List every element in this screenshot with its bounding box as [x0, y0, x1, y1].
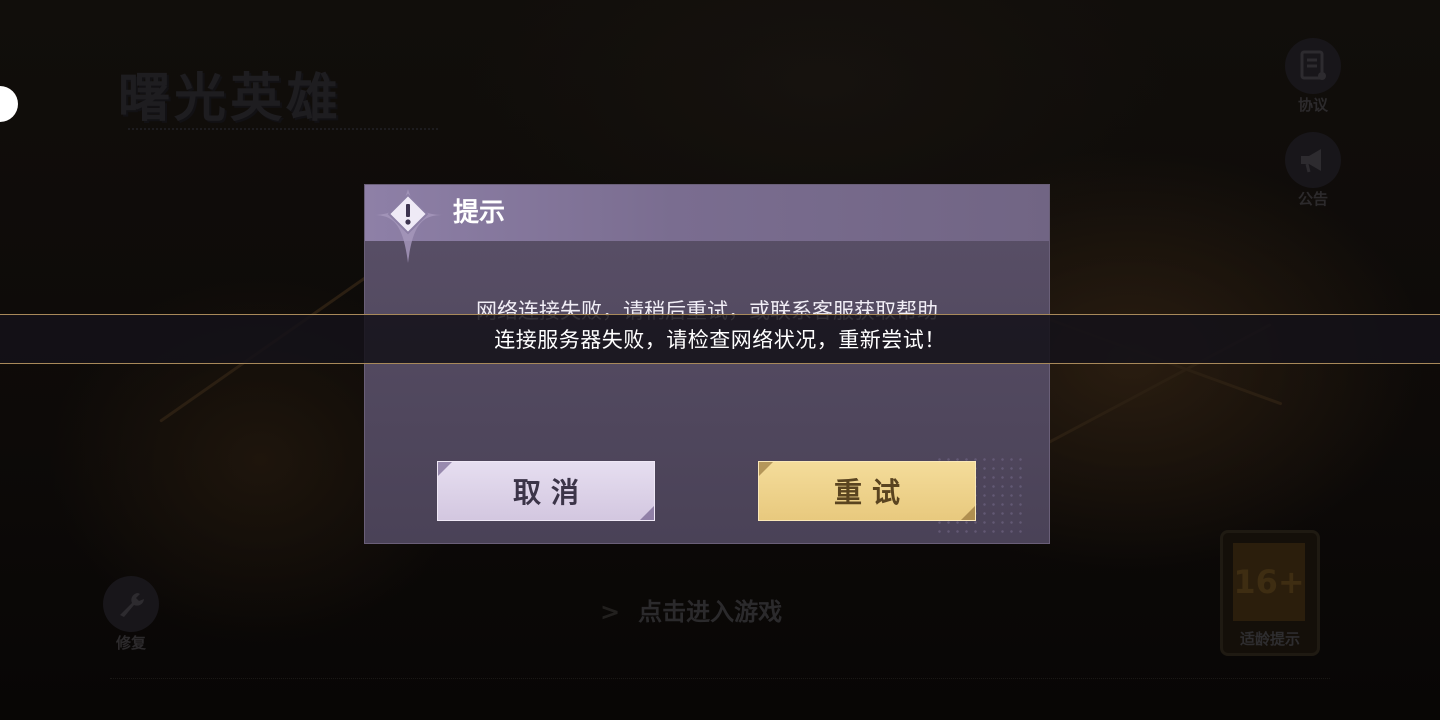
- repair-button[interactable]: 修复: [98, 576, 164, 653]
- button-corner-decoration: [759, 462, 773, 476]
- alert-dialog: 提示 网络连接失败，请稍后重试，或联系客服获取帮助 取消 重试: [364, 184, 1050, 544]
- cancel-button-label: 取消: [512, 476, 589, 509]
- announcement-label: 公告: [1297, 190, 1328, 208]
- age-rating-number: 16+: [1233, 543, 1305, 621]
- game-logo: 曙光英雄: [118, 68, 343, 129]
- megaphone-icon: [1285, 132, 1341, 188]
- repair-label: 修复: [115, 634, 146, 652]
- retry-button-label: 重试: [833, 476, 910, 509]
- retry-button[interactable]: 重试: [758, 461, 976, 521]
- agreement-label: 协议: [1297, 96, 1328, 114]
- dialog-title: 提示: [453, 198, 506, 228]
- game-logo-subtitle: [128, 128, 438, 138]
- button-corner-decoration: [961, 506, 975, 520]
- enter-game-button[interactable]: > 点击进入游戏: [600, 592, 782, 626]
- enter-game-label: 点击进入游戏: [638, 598, 783, 626]
- wrench-icon: [103, 576, 159, 632]
- connection-error-toast: 连接服务器失败，请检查网络状况，重新尝试！: [0, 314, 1440, 364]
- button-corner-decoration: [640, 506, 654, 520]
- age-rating-badge[interactable]: 16+ 适龄提示: [1220, 530, 1320, 656]
- age-rating-label: 适龄提示: [1239, 630, 1300, 648]
- agreement-button[interactable]: 协议: [1278, 38, 1348, 115]
- cancel-button[interactable]: 取消: [437, 461, 655, 521]
- document-icon: [1285, 38, 1341, 94]
- warning-icon: [373, 189, 443, 263]
- floating-assist-button[interactable]: [0, 86, 18, 122]
- chevron-right-icon: >: [600, 598, 621, 626]
- footer-legal-text: [110, 678, 1330, 709]
- toast-message: 连接服务器失败，请检查网络状况，重新尝试！: [494, 328, 946, 352]
- button-corner-decoration: [438, 462, 452, 476]
- announcement-button[interactable]: 公告: [1278, 132, 1348, 209]
